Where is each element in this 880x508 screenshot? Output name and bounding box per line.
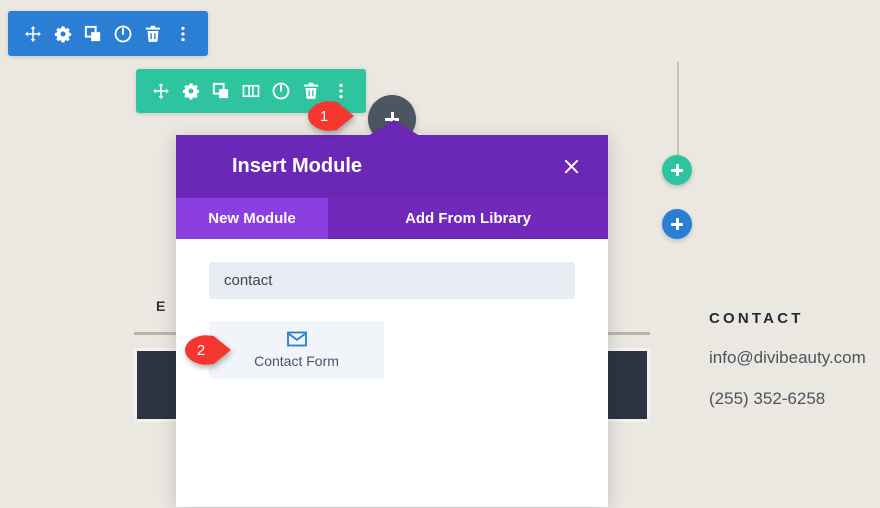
modal-tabs: New Module Add From Library: [176, 198, 608, 239]
gear-icon[interactable]: [176, 69, 206, 113]
annotation-pin-1: 1: [308, 101, 354, 131]
duplicate-icon[interactable]: [78, 12, 108, 56]
plus-icon: [671, 218, 683, 230]
columns-icon[interactable]: [236, 69, 266, 113]
plus-icon: [671, 164, 683, 176]
more-options-icon[interactable]: [168, 12, 198, 56]
rail-connector-line: [677, 62, 679, 158]
module-grid: Contact Form: [209, 321, 575, 379]
move-icon[interactable]: [18, 12, 48, 56]
tab-new-module[interactable]: New Module: [176, 198, 328, 239]
move-icon[interactable]: [146, 69, 176, 113]
trash-icon[interactable]: [138, 12, 168, 56]
module-card-label: Contact Form: [254, 353, 339, 369]
section-toolbar[interactable]: [8, 11, 208, 56]
annotation-pin-2: 2: [185, 335, 231, 365]
insert-module-modal: Insert Module New Module Add From Librar…: [176, 120, 608, 507]
contact-email: info@divibeauty.com: [709, 348, 866, 367]
power-icon[interactable]: [108, 12, 138, 56]
annotation-pin-2-number: 2: [196, 341, 206, 359]
builder-canvas: E M CONTACT info@divibeauty.com (255) 35…: [0, 0, 880, 508]
module-card-contact-form[interactable]: Contact Form: [209, 321, 384, 379]
close-icon[interactable]: [556, 152, 586, 182]
add-section-button[interactable]: [662, 209, 692, 239]
contact-widget: CONTACT info@divibeauty.com (255) 352-62…: [709, 310, 880, 409]
duplicate-icon[interactable]: [206, 69, 236, 113]
contact-phone: (255) 352-6258: [709, 389, 826, 408]
annotation-pin-1-number: 1: [319, 107, 329, 125]
modal-header: Insert Module: [176, 135, 608, 198]
modal-arrow: [368, 120, 420, 136]
modal-title: Insert Module: [232, 155, 363, 177]
gear-icon[interactable]: [48, 12, 78, 56]
tab-add-from-library[interactable]: Add From Library: [328, 198, 608, 239]
power-icon[interactable]: [266, 69, 296, 113]
add-row-button[interactable]: [662, 155, 692, 185]
contact-heading: CONTACT: [709, 310, 804, 327]
search-input[interactable]: [209, 262, 575, 299]
modal-body: Contact Form: [176, 239, 608, 507]
envelope-icon: [286, 331, 307, 347]
